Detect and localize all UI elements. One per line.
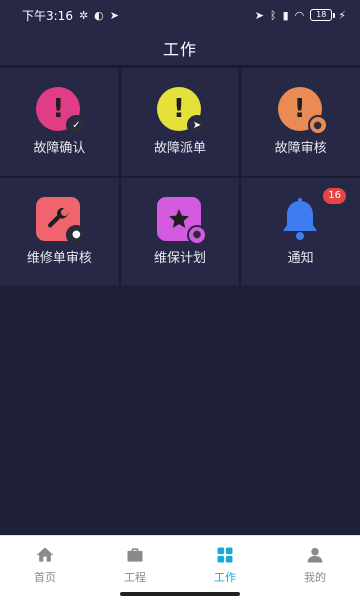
grid-item-fault-confirm[interactable]: ! ✓ 故障确认 — [0, 68, 119, 176]
repair-review-icon: ● — [36, 196, 87, 245]
person-icon: ● — [307, 115, 328, 136]
wifi-icon: ◠ — [294, 8, 305, 22]
work-grid: ! ✓ 故障确认 ! ➤ 故障派单 ! ● 故障审核 ● 维修单审核 ● 维保计… — [0, 68, 360, 285]
location-arrow-icon: ➤ — [109, 8, 119, 22]
page-header: 工作 — [0, 30, 360, 66]
star-icon — [168, 208, 189, 228]
page-title: 工作 — [162, 39, 197, 59]
tab-mine[interactable]: 我的 — [270, 536, 360, 600]
sync-icon: ✲ — [78, 8, 89, 22]
grid-item-label: 故障审核 — [274, 141, 327, 157]
grid-item-label: 故障确认 — [33, 141, 86, 157]
grid-icon — [217, 547, 233, 563]
fault-dispatch-icon: ! ➤ — [156, 87, 207, 136]
grid-item-fault-review[interactable]: ! ● 故障审核 — [241, 68, 360, 176]
app-icon: ◐ — [94, 8, 104, 22]
battery-level: 18 — [316, 10, 327, 19]
grid-item-repair-review[interactable]: ● 维修单审核 — [0, 177, 119, 285]
grid-item-label: 维保计划 — [153, 250, 206, 266]
person-icon: ● — [66, 224, 87, 245]
tab-label: 工程 — [124, 571, 146, 584]
signal-icon: ▮ — [282, 8, 289, 22]
bottom-tab-bar: 首页 工程 工作 我的 — [0, 535, 360, 600]
send-icon: ➤ — [186, 115, 207, 136]
tab-label: 工作 — [214, 571, 236, 584]
notification-count-badge: 16 — [323, 187, 346, 204]
tab-home[interactable]: 首页 — [0, 536, 90, 600]
tab-project[interactable]: 工程 — [90, 536, 180, 600]
grid-item-label: 维修单审核 — [26, 250, 92, 266]
location-icon: ➤ — [254, 8, 264, 22]
fault-confirm-icon: ! ✓ — [36, 87, 87, 136]
check-icon: ✓ — [66, 115, 87, 136]
briefcase-icon — [127, 548, 143, 562]
bluetooth-icon: ᛒ — [269, 8, 277, 22]
grid-item-fault-dispatch[interactable]: ! ➤ 故障派单 — [120, 68, 240, 176]
tab-work[interactable]: 工作 — [180, 536, 270, 600]
home-icon — [36, 547, 54, 562]
user-icon — [307, 547, 323, 563]
status-bar: 下午3:16 ✲ ◐ ➤ ➤ ᛒ ▮ ◠ 18 ⚡ — [0, 0, 360, 30]
grid-item-maintenance-plan[interactable]: ● 维保计划 — [120, 177, 240, 285]
grid-item-label: 通知 — [287, 250, 314, 266]
home-indicator[interactable] — [120, 592, 240, 596]
status-time: 下午3:16 — [22, 8, 73, 23]
tab-label: 我的 — [304, 571, 326, 584]
grid-item-label: 故障派单 — [153, 141, 206, 157]
bell-icon — [278, 197, 324, 243]
tab-label: 首页 — [34, 571, 56, 584]
person-icon: ● — [186, 224, 207, 245]
fault-review-icon: ! ● — [277, 87, 328, 136]
charging-icon: ⚡ — [338, 8, 346, 22]
battery-icon: 18 — [310, 9, 336, 21]
grid-item-notification[interactable]: 16 通知 — [241, 177, 360, 285]
maintenance-plan-icon: ● — [156, 196, 207, 245]
